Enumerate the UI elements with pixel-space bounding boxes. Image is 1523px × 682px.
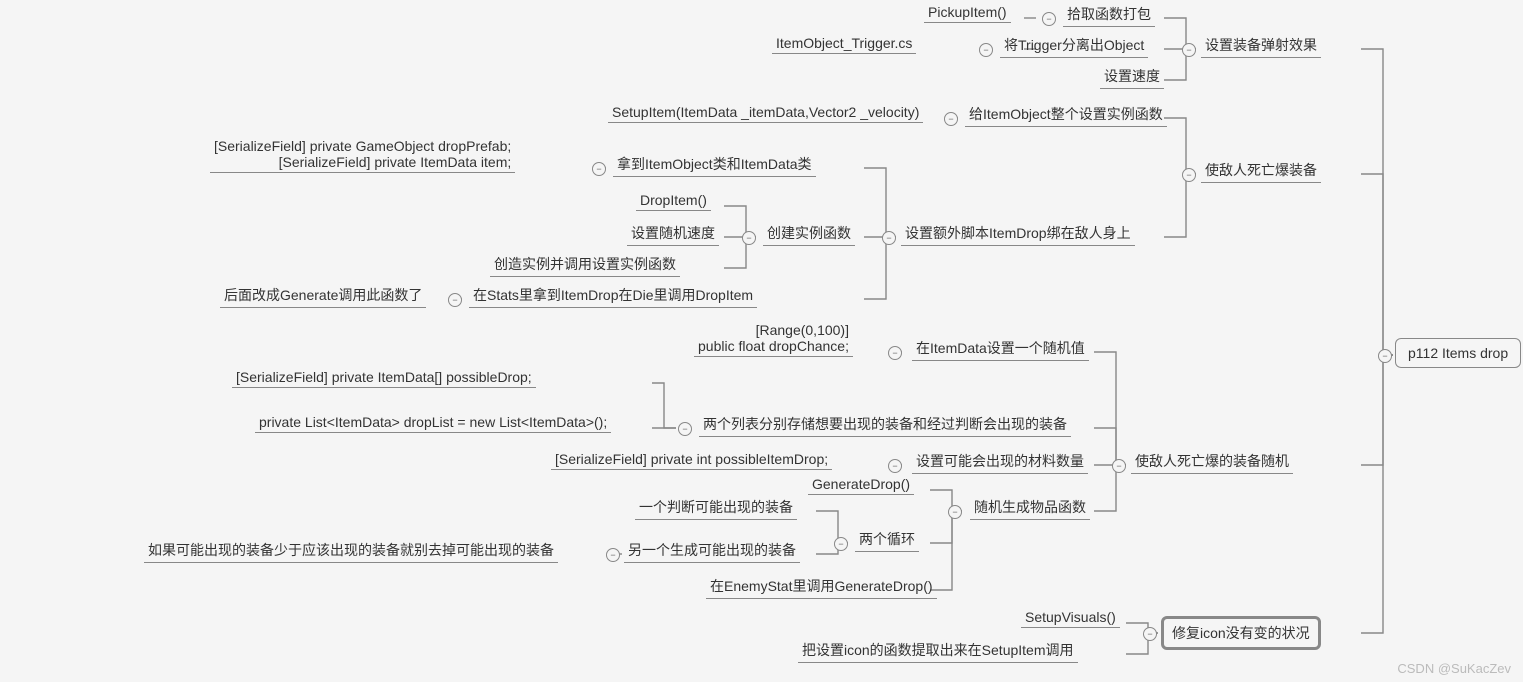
label: 创建实例函数 xyxy=(767,225,851,241)
node-b2-c2-d3-leaf[interactable]: 后面改成Generate调用此函数了 xyxy=(220,283,426,308)
node-b1[interactable]: 设置装备弹射效果 xyxy=(1201,33,1321,58)
node-b1-c3[interactable]: 设置速度 xyxy=(1100,64,1164,89)
collapse-icon[interactable]: − xyxy=(678,422,692,436)
node-b2-c2-d3[interactable]: 在Stats里拿到ItemDrop在Die里调用DropItem xyxy=(469,283,757,308)
label: 两个循环 xyxy=(859,531,915,547)
node-b3-c4-d3[interactable]: 在EnemyStat里调用GenerateDrop() xyxy=(706,574,937,599)
label: 把设置icon的函数提取出来在SetupItem调用 xyxy=(802,642,1074,658)
label: 在EnemyStat里调用GenerateDrop() xyxy=(710,578,933,594)
node-b1-c1-leaf[interactable]: PickupItem() xyxy=(924,2,1011,23)
node-b1-c2-leaf[interactable]: ItemObject_Trigger.cs xyxy=(772,33,916,54)
label: SetupItem(ItemData _itemData,Vector2 _ve… xyxy=(612,104,919,120)
label: private List<ItemData> dropList = new Li… xyxy=(259,414,607,430)
label: ItemObject_Trigger.cs xyxy=(776,35,912,51)
node-b4-c2[interactable]: 把设置icon的函数提取出来在SetupItem调用 xyxy=(798,638,1078,663)
label: GenerateDrop() xyxy=(812,476,910,492)
node-b4-c1[interactable]: SetupVisuals() xyxy=(1021,607,1120,628)
collapse-icon[interactable]: − xyxy=(1112,459,1126,473)
root-node[interactable]: p112 Items drop xyxy=(1395,338,1521,368)
root-label: p112 Items drop xyxy=(1408,345,1508,361)
collapse-icon[interactable]: − xyxy=(606,548,620,562)
label: 设置额外脚本ItemDrop绑在敌人身上 xyxy=(905,225,1131,241)
node-b2-c2-d2[interactable]: 创建实例函数 xyxy=(763,221,855,246)
node-b3-c1-leaf[interactable]: [Range(0,100)] public float dropChance; xyxy=(694,320,853,357)
node-b2-c2-d2-e2[interactable]: 设置随机速度 xyxy=(627,221,719,246)
collapse-icon[interactable]: − xyxy=(1042,12,1056,26)
node-b3-c1[interactable]: 在ItemData设置一个随机值 xyxy=(912,336,1089,361)
collapse-icon[interactable]: − xyxy=(448,293,462,307)
collapse-icon[interactable]: − xyxy=(1378,349,1392,363)
node-b3-c2-d2[interactable]: private List<ItemData> dropList = new Li… xyxy=(255,412,611,433)
collapse-icon[interactable]: − xyxy=(1182,168,1196,182)
label: 设置速度 xyxy=(1104,68,1160,84)
label: [SerializeField] private ItemData[] poss… xyxy=(236,369,532,385)
collapse-icon[interactable]: − xyxy=(1182,43,1196,57)
label: 使敌人死亡爆装备 xyxy=(1205,162,1317,178)
label: 拿到ItemObject类和ItemData类 xyxy=(617,156,812,172)
label: 一个判断可能出现的装备 xyxy=(639,499,793,515)
collapse-icon[interactable]: − xyxy=(944,112,958,126)
node-b3-c4-d1[interactable]: GenerateDrop() xyxy=(808,474,914,495)
collapse-icon[interactable]: − xyxy=(742,231,756,245)
node-b1-label: 设置装备弹射效果 xyxy=(1205,37,1317,53)
node-b4-selected[interactable]: 修复icon没有变的状况 xyxy=(1161,616,1321,650)
label: 另一个生成可能出现的装备 xyxy=(628,542,796,558)
node-b3-c3-leaf[interactable]: [SerializeField] private int possibleIte… xyxy=(551,449,832,470)
node-b2-c1-leaf[interactable]: SetupItem(ItemData _itemData,Vector2 _ve… xyxy=(608,102,923,123)
node-b1-c2[interactable]: 将Trigger分离出Object xyxy=(1000,33,1148,58)
label: 将Trigger分离出Object xyxy=(1004,37,1144,53)
node-b2-c2-d1[interactable]: 拿到ItemObject类和ItemData类 xyxy=(613,152,816,177)
label: DropItem() xyxy=(640,192,707,208)
collapse-icon[interactable]: − xyxy=(888,459,902,473)
label: [Range(0,100)] public float dropChance; xyxy=(698,322,849,354)
node-b3-c2[interactable]: 两个列表分别存储想要出现的装备和经过判断会出现的装备 xyxy=(699,412,1071,437)
collapse-icon[interactable]: − xyxy=(979,43,993,57)
label: 拾取函数打包 xyxy=(1067,6,1151,22)
label: [SerializeField] private GameObject drop… xyxy=(214,138,511,170)
node-b2-c2-d2-e1[interactable]: DropItem() xyxy=(636,190,711,211)
label: 修复icon没有变的状况 xyxy=(1172,625,1310,641)
label: 设置随机速度 xyxy=(631,225,715,241)
label: [SerializeField] private int possibleIte… xyxy=(555,451,828,467)
node-b2-c2-d2-e3[interactable]: 创造实例并调用设置实例函数 xyxy=(490,252,680,277)
node-b3[interactable]: 使敌人死亡爆的装备随机 xyxy=(1131,449,1293,474)
collapse-icon[interactable]: − xyxy=(1143,627,1157,641)
node-b3-c2-d1[interactable]: [SerializeField] private ItemData[] poss… xyxy=(232,367,536,388)
label: 两个列表分别存储想要出现的装备和经过判断会出现的装备 xyxy=(703,416,1067,432)
collapse-icon[interactable]: − xyxy=(834,537,848,551)
node-b2-c1[interactable]: 给ItemObject整个设置实例函数 xyxy=(965,102,1167,127)
label: 如果可能出现的装备少于应该出现的装备就别去掉可能出现的装备 xyxy=(148,542,554,558)
collapse-icon[interactable]: − xyxy=(948,505,962,519)
collapse-icon[interactable]: − xyxy=(592,162,606,176)
label: SetupVisuals() xyxy=(1025,609,1116,625)
collapse-icon[interactable]: − xyxy=(888,346,902,360)
label: 创造实例并调用设置实例函数 xyxy=(494,256,676,272)
label: 设置可能会出现的材料数量 xyxy=(916,453,1084,469)
label: PickupItem() xyxy=(928,4,1007,20)
label: 使敌人死亡爆的装备随机 xyxy=(1135,453,1289,469)
label: 给ItemObject整个设置实例函数 xyxy=(969,106,1163,122)
label: 在ItemData设置一个随机值 xyxy=(916,340,1085,356)
label: 随机生成物品函数 xyxy=(974,499,1086,515)
node-b3-c4-d2-e2[interactable]: 另一个生成可能出现的装备 xyxy=(624,538,800,563)
node-b1-c1[interactable]: 拾取函数打包 xyxy=(1063,2,1155,27)
node-b3-c4-d2-e2-leaf[interactable]: 如果可能出现的装备少于应该出现的装备就别去掉可能出现的装备 xyxy=(144,538,558,563)
node-b2[interactable]: 使敌人死亡爆装备 xyxy=(1201,158,1321,183)
node-b3-c4-d2[interactable]: 两个循环 xyxy=(855,527,919,552)
collapse-icon[interactable]: − xyxy=(882,231,896,245)
node-b2-c2-d1-leaf[interactable]: [SerializeField] private GameObject drop… xyxy=(210,136,515,173)
node-b3-c4[interactable]: 随机生成物品函数 xyxy=(970,495,1090,520)
node-b3-c3[interactable]: 设置可能会出现的材料数量 xyxy=(912,449,1088,474)
node-b2-c2[interactable]: 设置额外脚本ItemDrop绑在敌人身上 xyxy=(901,221,1135,246)
label: 后面改成Generate调用此函数了 xyxy=(224,287,422,303)
node-b3-c4-d2-e1[interactable]: 一个判断可能出现的装备 xyxy=(635,495,797,520)
watermark: CSDN @SuKacZev xyxy=(1397,661,1511,676)
label: 在Stats里拿到ItemDrop在Die里调用DropItem xyxy=(473,287,753,303)
